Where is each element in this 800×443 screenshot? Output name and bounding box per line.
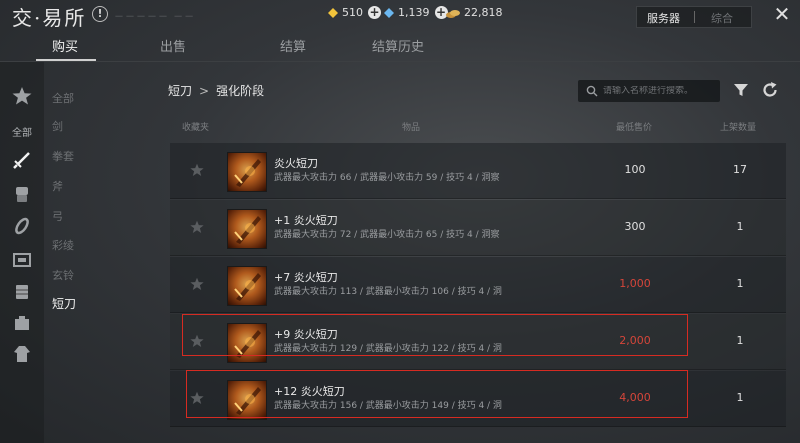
tab-settle[interactable]: 结算 — [280, 36, 306, 55]
item-name: +1 炎火短刀 — [274, 214, 338, 227]
info-icon[interactable]: ! — [92, 6, 108, 22]
breadcrumb-parent[interactable]: 短刀 — [168, 82, 192, 99]
item-name: 炎火短刀 — [274, 157, 318, 170]
robe-category-icon[interactable] — [12, 344, 32, 364]
item-quantity: 1 — [736, 391, 744, 404]
subcategory-bow[interactable]: 弓 — [52, 208, 63, 224]
gold-gem-icon — [328, 7, 338, 18]
favorite-star-icon[interactable] — [190, 220, 204, 234]
dagger-item-icon — [227, 266, 267, 306]
server-divider — [694, 11, 695, 23]
dagger-category-icon[interactable] — [12, 150, 32, 170]
search-icon — [586, 85, 598, 97]
faint-subtitle: －－－－－ －－ — [114, 12, 196, 23]
item-stats: 武器最大攻击力 66 / 武器最小攻击力 59 / 技巧 4 / 洞察 — [274, 173, 500, 183]
currency-coin: 22,818 — [446, 6, 503, 19]
app-title: 交·易所 — [12, 6, 87, 30]
table-header: 收藏夹 物品 最低售价 上架数量 — [170, 116, 786, 136]
tab-sell[interactable]: 出售 — [160, 36, 186, 55]
breadcrumb-separator: > — [199, 83, 210, 98]
item-quantity: 17 — [733, 163, 747, 176]
table-row[interactable]: +1 炎火短刀 武器最大攻击力 72 / 武器最小攻击力 65 / 技巧 4 /… — [170, 200, 786, 256]
blue-gem-icon — [384, 7, 394, 18]
top-bar: 交·易所 ! －－－－－ －－ 510 + 1,139 + 22,818 服务器… — [0, 0, 800, 32]
combined-tab[interactable]: 综合 — [711, 10, 733, 26]
add-gold-button[interactable]: + — [368, 6, 381, 19]
header-item: 物品 — [402, 123, 421, 133]
active-tab-underline — [36, 59, 96, 61]
armor-category-icon[interactable] — [12, 282, 32, 302]
header-price[interactable]: 最低售价 — [616, 120, 652, 133]
item-price: 300 — [624, 220, 646, 233]
breadcrumb-current: 强化阶段 — [216, 84, 265, 98]
subcategory-all[interactable]: 全部 — [52, 90, 74, 106]
header-favorite: 收藏夹 — [182, 123, 210, 133]
breadcrumb: 短刀 > 强化阶段 — [168, 82, 264, 99]
item-quantity: 1 — [736, 334, 744, 347]
fist-category-icon[interactable] — [12, 184, 32, 204]
subcategory-axe[interactable]: 斧 — [52, 178, 63, 194]
search-box[interactable] — [578, 80, 720, 102]
category-all-label: 全部 — [12, 128, 32, 139]
subcategory-ribbon[interactable]: 彩绫 — [52, 237, 74, 253]
currency-gold-value: 510 — [342, 6, 363, 19]
close-icon[interactable]: ✕ — [772, 4, 792, 24]
currency-gold: 510 + — [328, 6, 381, 19]
item-price: 1,000 — [619, 277, 651, 290]
spear-category-icon[interactable] — [12, 216, 32, 236]
item-quantity: 1 — [736, 277, 744, 290]
currency-blue-value: 1,139 — [398, 6, 430, 19]
table-row[interactable]: +7 炎火短刀 武器最大攻击力 113 / 武器最小攻击力 106 / 技巧 4… — [170, 257, 786, 313]
main-tabs: 购买 出售 结算 结算历史 — [0, 32, 800, 62]
header-quantity[interactable]: 上架数量 — [720, 120, 756, 133]
subcategory-gauntlet[interactable]: 拳套 — [52, 148, 74, 164]
subcategory-dagger[interactable]: 短刀 — [52, 295, 76, 312]
subcategory-sword[interactable]: 剑 — [52, 118, 63, 134]
currency-blue: 1,139 + — [384, 6, 448, 19]
highlight-box — [186, 370, 688, 418]
coin-pile-icon — [446, 9, 460, 18]
tab-buy[interactable]: 购买 — [52, 36, 78, 55]
bow-category-icon[interactable] — [12, 250, 32, 270]
item-name: +7 炎火短刀 — [274, 271, 338, 284]
category-icon-column: 全部 — [0, 62, 44, 443]
refresh-icon[interactable] — [761, 81, 779, 99]
favorite-star-icon[interactable] — [190, 277, 204, 291]
item-quantity: 1 — [736, 220, 744, 233]
favorite-star-icon[interactable] — [190, 163, 204, 177]
accessory-category-icon[interactable] — [12, 314, 32, 334]
server-toggle: 服务器 综合 — [636, 6, 752, 28]
dagger-item-icon — [227, 152, 267, 192]
filter-icon[interactable] — [733, 82, 749, 98]
star-category-icon[interactable] — [12, 86, 32, 106]
item-stats: 武器最大攻击力 72 / 武器最小攻击力 65 / 技巧 4 / 洞察 — [274, 230, 500, 240]
item-stats: 武器最大攻击力 113 / 武器最小攻击力 106 / 技巧 4 / 洞 — [274, 287, 502, 297]
tab-settle-history[interactable]: 结算历史 — [372, 36, 424, 55]
dagger-item-icon — [227, 209, 267, 249]
item-price: 100 — [624, 163, 646, 176]
server-tab[interactable]: 服务器 — [647, 10, 680, 26]
highlight-box — [182, 314, 688, 356]
currency-coin-value: 22,818 — [464, 6, 503, 19]
table-row[interactable]: 炎火短刀 武器最大攻击力 66 / 武器最小攻击力 59 / 技巧 4 / 洞察… — [170, 143, 786, 199]
subcategory-list: 全部 剑 拳套 斧 弓 彩绫 玄铃 短刀 — [44, 62, 162, 443]
search-input[interactable] — [603, 86, 715, 96]
subcategory-bell[interactable]: 玄铃 — [52, 267, 74, 283]
